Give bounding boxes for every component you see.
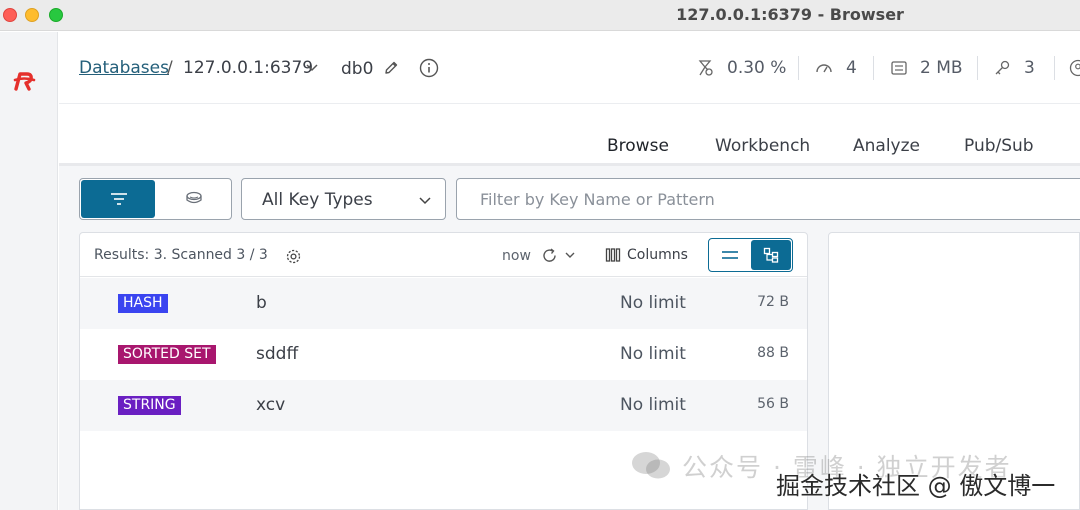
view-mode-toggle — [79, 178, 232, 220]
page-header: Databases / 127.0.0.1:6379 db0 0.30 % 4 … — [59, 32, 1080, 104]
key-icon — [995, 60, 1010, 75]
keys-value: 3 — [1024, 58, 1035, 78]
key-type-select-value: All Key Types — [262, 190, 373, 210]
key-type-badge: STRING — [118, 396, 181, 415]
breadcrumb-host[interactable]: 127.0.0.1:6379 — [183, 58, 313, 78]
cpu-value: 0.30 % — [727, 58, 787, 78]
key-type-badge: HASH — [118, 294, 168, 313]
connections-gauge-icon — [816, 64, 832, 73]
key-size: 88 B — [757, 345, 789, 361]
key-ttl: No limit — [620, 344, 686, 364]
last-refresh-time: now — [502, 248, 531, 264]
results-summary: Results: 3. Scanned 3 / 3 — [94, 247, 268, 263]
chevron-down-icon — [419, 197, 431, 205]
gear-icon[interactable] — [285, 248, 302, 265]
key-filter-search — [456, 178, 1080, 220]
divider — [798, 56, 799, 80]
users-icon — [1069, 59, 1080, 77]
watermark-credit: 掘金技术社区 @ 傲文博一 — [776, 472, 1056, 500]
tab-analyze[interactable]: Analyze — [853, 136, 920, 156]
chevron-down-icon[interactable] — [305, 60, 319, 74]
window-title: 127.0.0.1:6379 - Browser — [676, 5, 904, 24]
key-type-badge: SORTED SET — [118, 345, 216, 364]
chevron-down-icon[interactable] — [564, 249, 576, 261]
key-name: xcv — [256, 395, 286, 415]
key-row[interactable]: HASH b No limit 72 B — [80, 278, 807, 329]
close-window-button[interactable] — [3, 8, 17, 22]
edit-pencil-icon[interactable] — [383, 60, 399, 76]
cpu-icon — [698, 60, 713, 76]
key-row[interactable]: STRING xcv No limit 56 B — [80, 380, 807, 431]
breadcrumb-databases-link[interactable]: Databases — [79, 58, 169, 78]
redisearch-icon[interactable] — [184, 189, 206, 207]
key-name: b — [256, 293, 267, 313]
tab-browse[interactable]: Browse — [607, 136, 669, 156]
minimize-window-button[interactable] — [25, 8, 39, 22]
main-tabs: Browse Workbench Analyze Pub/Sub — [59, 105, 1080, 166]
maximize-window-button[interactable] — [49, 8, 63, 22]
key-ttl: No limit — [620, 293, 686, 313]
connections-value: 4 — [846, 58, 857, 78]
breadcrumb-separator: / — [167, 58, 173, 78]
divider — [977, 56, 978, 80]
divider — [1054, 56, 1055, 80]
tab-workbench[interactable]: Workbench — [715, 136, 810, 156]
filter-icon — [111, 193, 127, 205]
database-name: db0 — [341, 59, 374, 79]
key-size: 72 B — [757, 294, 789, 310]
tree-view-icon — [763, 247, 779, 263]
list-view-icon[interactable] — [721, 248, 739, 262]
filter-view-button[interactable] — [81, 180, 155, 218]
results-header: Results: 3. Scanned 3 / 3 now Columns — [80, 233, 807, 277]
key-type-select[interactable]: All Key Types — [241, 178, 446, 220]
tab-pubsub[interactable]: Pub/Sub — [964, 136, 1034, 156]
list-tree-toggle — [708, 238, 793, 272]
tree-view-button[interactable] — [751, 240, 791, 270]
columns-icon[interactable] — [605, 247, 621, 263]
key-size: 56 B — [757, 396, 789, 412]
columns-button-label[interactable]: Columns — [627, 247, 688, 263]
redis-logo-icon[interactable] — [12, 68, 38, 94]
memory-icon — [891, 61, 907, 75]
key-ttl: No limit — [620, 395, 686, 415]
key-row[interactable]: SORTED SET sddff No limit 88 B — [80, 329, 807, 380]
key-name: sddff — [256, 344, 299, 364]
info-icon[interactable] — [419, 58, 439, 78]
window-titlebar: 127.0.0.1:6379 - Browser — [0, 0, 1080, 31]
wechat-watermark-icon — [632, 452, 670, 479]
refresh-icon[interactable] — [541, 247, 558, 264]
sidebar — [0, 32, 58, 510]
key-filter-input[interactable] — [458, 180, 1078, 218]
memory-value: 2 MB — [920, 58, 963, 78]
divider — [873, 56, 874, 80]
